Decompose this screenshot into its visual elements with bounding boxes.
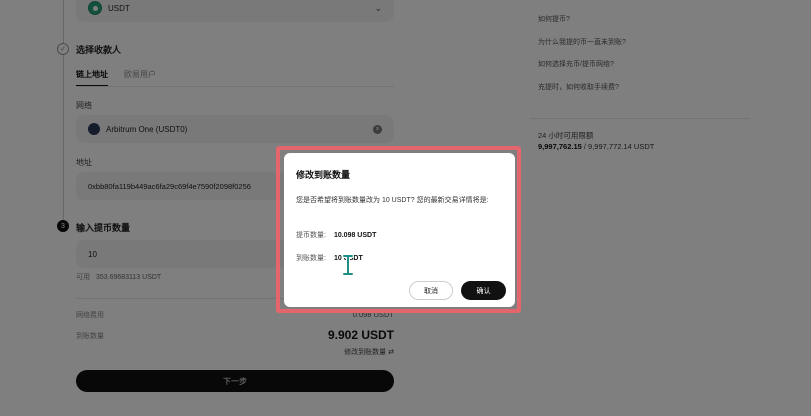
cancel-button[interactable]: 取消	[409, 281, 453, 300]
dialog-withdraw-row: 提币数量: 10.098 USDT	[296, 230, 376, 240]
confirm-button[interactable]: 确认	[461, 281, 506, 300]
dialog-withdraw-label: 提币数量:	[296, 232, 326, 239]
dialog-receive-label: 到账数量:	[296, 255, 326, 262]
dialog-title: 修改到账数量	[296, 170, 351, 180]
modify-amount-dialog: 修改到账数量 您是否希望将到账数量改为 10 USDT? 您的最新交易详情将是:…	[284, 153, 515, 307]
dialog-message: 您是否希望将到账数量改为 10 USDT? 您的最新交易详情将是:	[296, 197, 489, 204]
text-cursor-icon	[342, 254, 354, 276]
dialog-withdraw-value: 10.098 USDT	[333, 232, 377, 239]
